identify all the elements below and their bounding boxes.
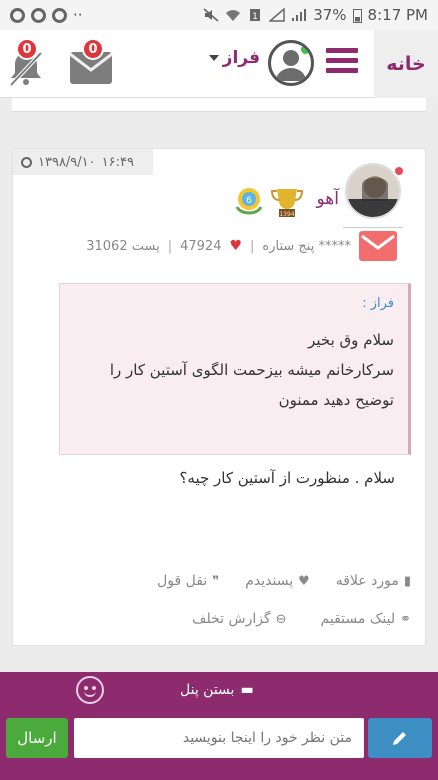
- messages-button[interactable]: 0: [68, 38, 116, 86]
- hamburger-menu-icon[interactable]: [326, 48, 358, 78]
- caret-down-icon: [208, 55, 219, 61]
- quote-line: توضیح دهید ممنون: [278, 391, 394, 409]
- direct-link-action[interactable]: ⚭ لینک مستقیم: [321, 611, 411, 627]
- quote-icon: ❞: [212, 573, 220, 589]
- battery-icon: [352, 8, 362, 23]
- report-action[interactable]: ⊖ گزارش تخلف: [192, 611, 287, 627]
- bookmark-icon: ▮: [403, 573, 411, 589]
- more-notifications-icon: ··: [73, 6, 83, 24]
- user-avatar[interactable]: [268, 40, 314, 86]
- post-secondary-actions: ⚭ لینک مستقیم ⊖ گزارش تخلف: [192, 611, 411, 627]
- author-stats: 31062 پست | 47924 ♥ | پنج ستاره *****: [86, 231, 397, 261]
- author-rank: پنج ستاره *****: [262, 238, 351, 254]
- stats-separator: |: [250, 238, 255, 254]
- quoted-message: فراز : سلام وق بخیر سرکارخانم میشه بیزحم…: [59, 283, 411, 455]
- svg-text:6: 6: [246, 196, 252, 206]
- author-divider: [343, 227, 403, 228]
- quote-action[interactable]: ❞ نقل قول: [157, 573, 219, 589]
- report-label: گزارش تخلف: [192, 611, 271, 627]
- post-card: ۱۳۹۸/۹/۱۰ ۱۶:۴۹ آهو 1394 6 31062 پست | 4…: [12, 148, 426, 646]
- author-post-count: 31062 پست: [86, 238, 160, 254]
- favorite-label: مورد علاقه: [335, 573, 399, 589]
- status-notifications: ··: [10, 6, 83, 24]
- like-label: پسندیدم: [245, 573, 294, 589]
- post-date-value: ۱۳۹۸/۹/۱۰: [38, 154, 96, 170]
- status-bar: ·· 1 37% 8:17 PM: [0, 0, 438, 30]
- heart-icon: ♥: [229, 238, 243, 254]
- svg-text:1394: 1394: [279, 211, 294, 218]
- comment-input[interactable]: [74, 718, 364, 758]
- send-button[interactable]: ارسال: [6, 718, 68, 758]
- like-action[interactable]: ♥ پسندیدم: [245, 573, 310, 589]
- notifications-button[interactable]: 0: [6, 38, 48, 87]
- stats-separator: |: [167, 238, 173, 254]
- notifications-badge: 0: [16, 38, 38, 60]
- chrome-icon: [31, 7, 46, 23]
- editor-button[interactable]: [368, 718, 432, 758]
- post-time-value: ۱۶:۴۹: [101, 154, 134, 170]
- top-navbar: خانه فراز 0 0: [0, 30, 438, 98]
- comment-panel: ▬ بستن پنل ارسال: [0, 672, 438, 780]
- user-dropdown[interactable]: فراز: [208, 48, 260, 68]
- quote-line: سرکارخانم میشه بیزحمت الگوی آستین کار را: [109, 361, 394, 379]
- close-panel-button[interactable]: ▬ بستن پنل: [180, 682, 254, 698]
- link-icon: ⚭: [400, 611, 411, 627]
- trophy-badge-icon: 1394: [271, 189, 303, 218]
- battery-level: 37%: [313, 6, 347, 24]
- heart-icon: ♥: [298, 573, 310, 589]
- post-actions: ▮ مورد علاقه ♥ پسندیدم ❞ نقل قول: [157, 573, 411, 589]
- post-body: سلام . منظورت از آستین کار چیه؟: [179, 469, 395, 487]
- chrome-icon: [52, 7, 67, 23]
- signal-bars-icon: [292, 9, 307, 21]
- clock-icon: [21, 156, 32, 168]
- sim-icon: 1: [250, 9, 261, 22]
- status-system: 1 37% 8:17 PM: [203, 6, 428, 24]
- wifi-icon: [226, 10, 241, 21]
- quote-line: سلام وق بخیر: [308, 331, 394, 349]
- post-author-name[interactable]: آهو: [317, 189, 339, 209]
- favorite-action[interactable]: ▮ مورد علاقه: [336, 573, 411, 589]
- previous-post-card: [12, 98, 426, 112]
- chrome-icon: [10, 7, 25, 23]
- signal-icon: [269, 8, 285, 22]
- send-message-button[interactable]: [359, 231, 397, 261]
- medal-badge-icon: 6: [235, 188, 263, 215]
- svg-text:1: 1: [252, 12, 258, 22]
- author-status-dot: [393, 165, 405, 177]
- post-date: ۱۳۹۸/۹/۱۰ ۱۶:۴۹: [13, 149, 153, 175]
- tab-home[interactable]: خانه: [374, 30, 438, 98]
- username-label: فراز: [222, 48, 260, 68]
- direct-link-label: لینک مستقیم: [320, 611, 396, 627]
- minus-circle-icon: ⊖: [275, 611, 287, 627]
- emoji-picker-icon[interactable]: [76, 676, 104, 704]
- messages-badge: 0: [82, 38, 104, 60]
- close-panel-label: بستن پنل: [180, 682, 235, 698]
- online-status-dot: [299, 43, 311, 56]
- minus-icon: ▬: [240, 682, 254, 698]
- envelope-icon: [361, 234, 395, 250]
- quote-author[interactable]: فراز :: [74, 296, 394, 311]
- pencil-icon: [393, 732, 406, 745]
- mute-icon: [203, 8, 219, 22]
- author-likes-count: 47924: [180, 238, 222, 254]
- quote-label: نقل قول: [157, 573, 208, 589]
- clock: 8:17 PM: [367, 6, 428, 24]
